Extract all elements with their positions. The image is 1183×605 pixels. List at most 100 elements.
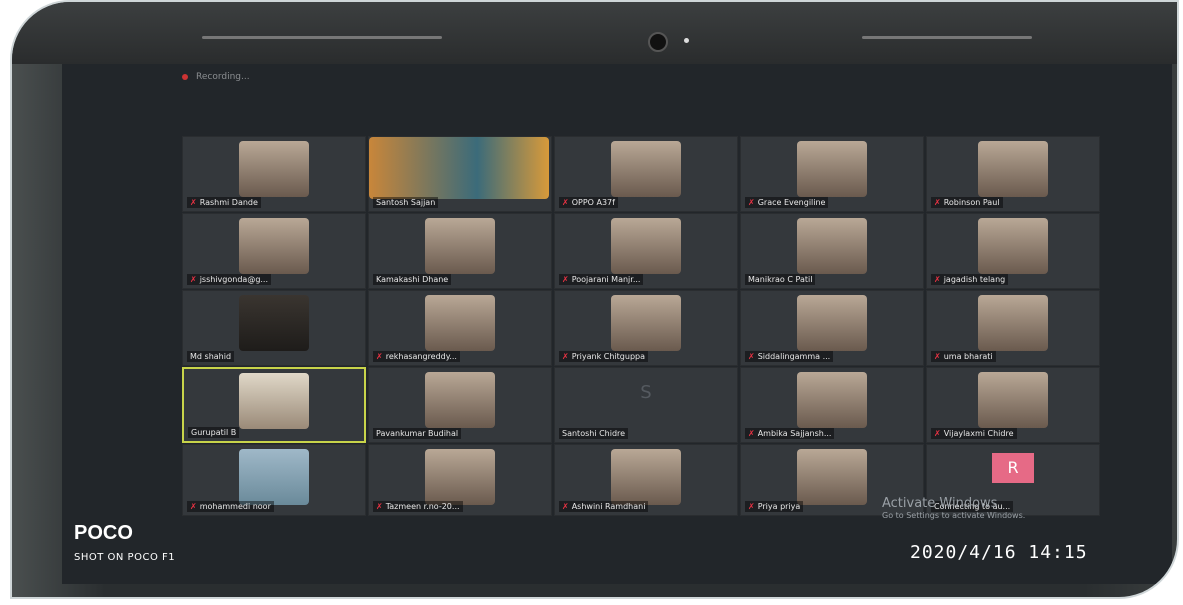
participant-tile[interactable]: ✗ Robinson Paul xyxy=(926,136,1100,212)
video-feed xyxy=(239,449,309,505)
participant-tile[interactable]: ✗ Grace Evengiline xyxy=(740,136,924,212)
participant-name: Manikrao C Patil xyxy=(748,275,813,284)
mic-muted-icon: ✗ xyxy=(190,198,197,207)
participant-name: Rashmi Dande xyxy=(199,198,258,207)
watermark-subtitle: Go to Settings to activate Windows. xyxy=(882,511,1026,520)
mic-muted-icon: ✗ xyxy=(934,352,941,361)
video-feed xyxy=(978,141,1048,197)
webcam-light xyxy=(684,38,689,43)
mic-muted-icon: ✗ xyxy=(934,429,941,438)
participant-name: Pavankumar Budihal xyxy=(376,429,459,438)
mic-muted-icon: ✗ xyxy=(934,198,941,207)
video-feed xyxy=(797,218,867,274)
participant-name: Ambika Sajjansh... xyxy=(757,429,832,438)
participant-name: Ashwini Ramdhani xyxy=(571,502,646,511)
participant-name: Priyank Chitguppa xyxy=(571,352,646,361)
avatar-initial: R xyxy=(992,453,1034,483)
webcam-icon xyxy=(648,32,668,52)
mic-muted-icon: ✗ xyxy=(376,502,383,511)
participant-name: Santoshi Chidre xyxy=(562,429,626,438)
participant-name: Gurupatil B xyxy=(191,428,237,437)
participant-tile[interactable]: ✗ Poojarani Manjr... xyxy=(554,213,738,289)
participant-tile[interactable]: ✗ Priyank Chitguppa xyxy=(554,290,738,366)
participant-name: Santosh Sajjan xyxy=(376,198,436,207)
video-feed xyxy=(611,295,681,351)
video-feed xyxy=(978,295,1048,351)
participant-tile[interactable]: ✗ Ashwini Ramdhani xyxy=(554,444,738,516)
participant-tile[interactable]: ✗ Rashmi Dande xyxy=(182,136,366,212)
camera-model: SHOT ON POCO F1 xyxy=(74,552,176,563)
participant-tile[interactable]: ✗ jagadish telang xyxy=(926,213,1100,289)
mic-muted-icon: ✗ xyxy=(376,352,383,361)
participant-tile[interactable]: ✗ jsshivgonda@g... xyxy=(182,213,366,289)
participant-tile[interactable]: ✗ Tazmeen r.no-20... xyxy=(368,444,552,516)
participant-tile[interactable]: ✗ Ambika Sajjansh... xyxy=(740,367,924,443)
record-icon xyxy=(182,73,188,80)
video-feed xyxy=(797,141,867,197)
video-feed xyxy=(978,218,1048,274)
mic-muted-icon: ✗ xyxy=(748,352,755,361)
mic-muted-icon: ✗ xyxy=(562,352,569,361)
participant-tile[interactable]: ✗ mohammedi noor xyxy=(182,444,366,516)
participant-name: Priya priya xyxy=(757,502,801,511)
video-feed xyxy=(239,141,309,197)
photo-frame: Recording... ✗ Rashmi Dande Santosh Sajja… xyxy=(10,0,1179,599)
participant-name: uma bharati xyxy=(943,352,993,361)
participant-name: OPPO A37f xyxy=(571,198,615,207)
participant-name: Md shahid xyxy=(190,352,232,361)
video-feed xyxy=(797,449,867,505)
watermark-title: Activate Windows xyxy=(882,496,998,511)
participant-tile-active-speaker[interactable]: Gurupatil B xyxy=(182,367,366,443)
participant-tile[interactable]: S Santoshi Chidre xyxy=(554,367,738,443)
participant-tile[interactable]: ✗ OPPO A37f xyxy=(554,136,738,212)
participant-name: Tazmeen r.no-20... xyxy=(385,502,460,511)
video-feed xyxy=(425,295,495,351)
video-feed xyxy=(425,218,495,274)
camera-brand: POCO xyxy=(74,522,133,544)
activate-windows-watermark: Activate Windows Go to Settings to activ… xyxy=(882,496,1025,520)
participant-name: Poojarani Manjr... xyxy=(571,275,641,284)
video-feed xyxy=(797,295,867,351)
participant-tile[interactable]: ✗ rekhasangreddy... xyxy=(368,290,552,366)
participant-name: jsshivgonda@g... xyxy=(199,275,269,284)
participant-tile[interactable]: Santosh Sajjan xyxy=(368,136,552,212)
video-feed xyxy=(611,449,681,505)
participant-tile[interactable]: ✗ uma bharati xyxy=(926,290,1100,366)
laptop-bezel xyxy=(12,2,1177,64)
mic-muted-icon: ✗ xyxy=(748,198,755,207)
participant-name: Siddalingamma ... xyxy=(757,352,831,361)
mic-muted-icon: ✗ xyxy=(190,502,197,511)
video-feed xyxy=(239,218,309,274)
bezel-highlight xyxy=(202,36,442,39)
video-feed xyxy=(797,372,867,428)
photo-timestamp: 2020/4/16 14:15 xyxy=(910,542,1088,563)
participant-name: Robinson Paul xyxy=(943,198,1000,207)
mic-muted-icon: ✗ xyxy=(562,198,569,207)
participant-tile[interactable]: Kamakashi Dhane xyxy=(368,213,552,289)
participant-name: Grace Evengiline xyxy=(757,198,826,207)
participant-tile[interactable]: ✗ Vijaylaxmi Chidre xyxy=(926,367,1100,443)
participant-tile[interactable]: Pavankumar Budihal xyxy=(368,367,552,443)
video-feed xyxy=(978,372,1048,428)
recording-indicator: Recording... xyxy=(182,72,250,82)
video-feed xyxy=(611,218,681,274)
laptop-screen: Recording... ✗ Rashmi Dande Santosh Sajja… xyxy=(62,64,1172,584)
participant-tile[interactable]: Md shahid xyxy=(182,290,366,366)
participant-name: rekhasangreddy... xyxy=(385,352,457,361)
mic-muted-icon: ✗ xyxy=(748,502,755,511)
recording-label: Recording... xyxy=(196,72,250,82)
participant-name: Kamakashi Dhane xyxy=(376,275,449,284)
participant-name: jagadish telang xyxy=(943,275,1006,284)
participant-tile[interactable]: Manikrao C Patil xyxy=(740,213,924,289)
participant-name: mohammedi noor xyxy=(199,502,271,511)
bezel-highlight xyxy=(862,36,1032,39)
mic-muted-icon: ✗ xyxy=(934,275,941,284)
video-feed xyxy=(425,372,495,428)
participant-name: Vijaylaxmi Chidre xyxy=(943,429,1014,438)
mic-muted-icon: ✗ xyxy=(562,502,569,511)
video-feed xyxy=(425,449,495,505)
video-feed xyxy=(239,295,309,351)
mic-muted-icon: ✗ xyxy=(748,429,755,438)
video-feed xyxy=(611,141,681,197)
participant-tile[interactable]: ✗ Siddalingamma ... xyxy=(740,290,924,366)
